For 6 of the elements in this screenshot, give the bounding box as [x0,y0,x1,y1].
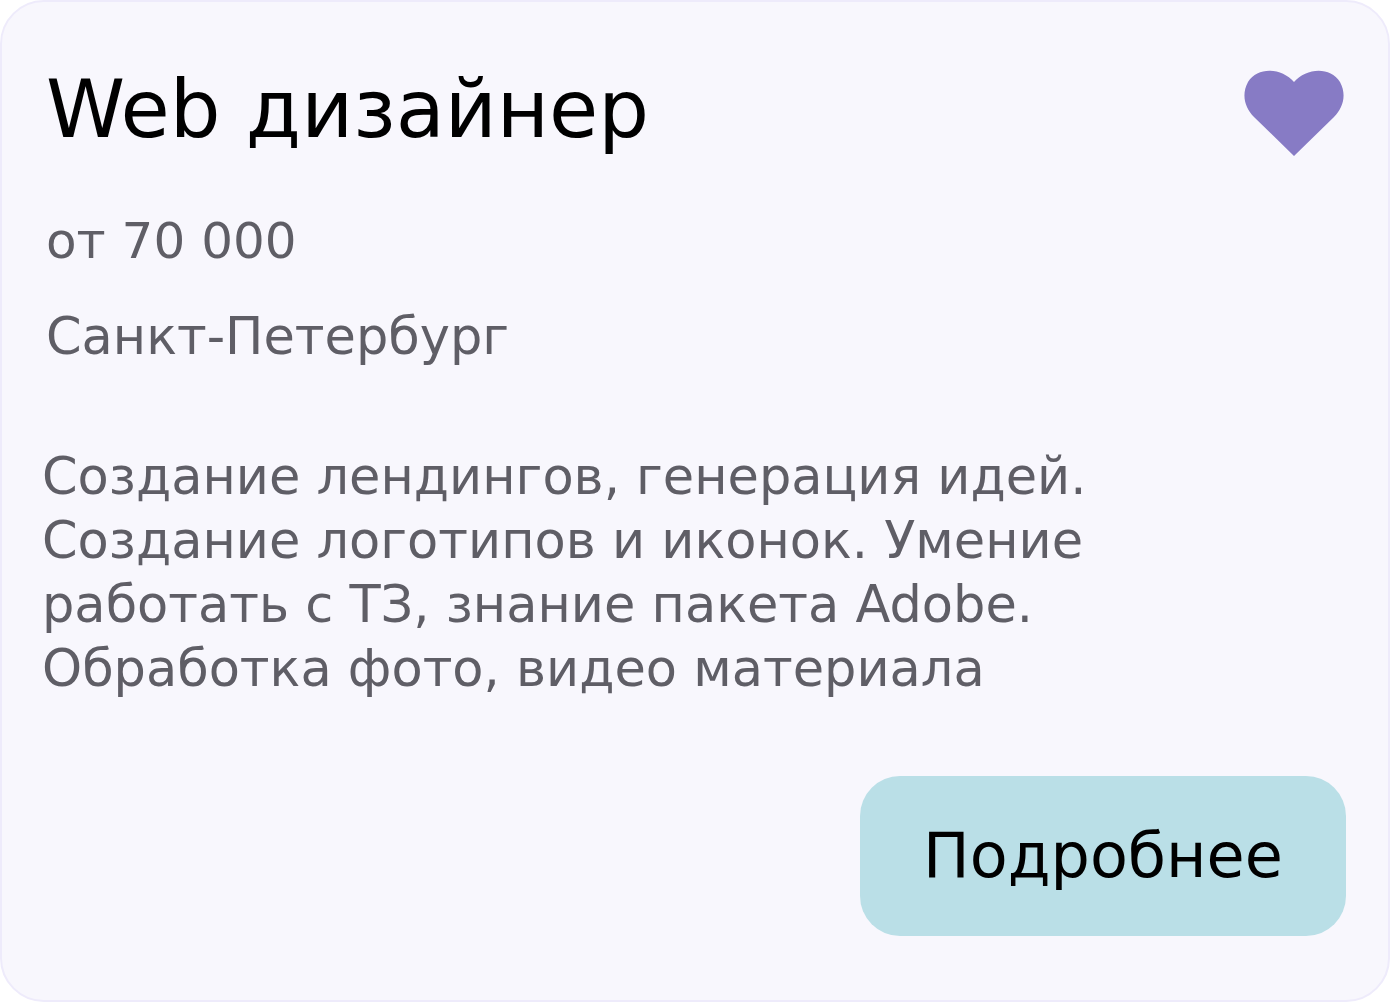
job-description: Создание лендингов, генерация идей. Создание логотипов и иконок. Умение работать с ТЗ, знание пакета Adobe. Обработка фото, видео материала [42,446,1088,700]
details-button[interactable]: Подробнее [860,776,1346,936]
city-text: Санкт-Петербург [46,307,511,367]
heart-icon[interactable] [1244,68,1344,158]
salary-text: от 70 000 [46,211,298,271]
job-title: Web дизайнер [46,62,649,158]
